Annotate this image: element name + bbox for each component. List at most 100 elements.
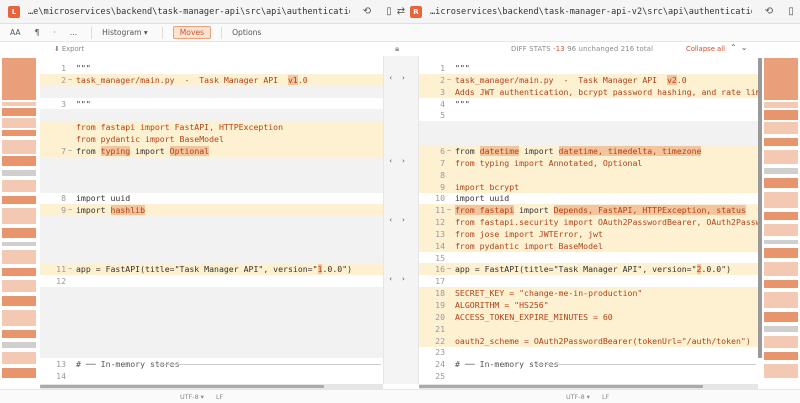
right-file-path[interactable]: …icroservices\backend\task-manager-api-v… bbox=[430, 7, 752, 17]
right-editor[interactable]: 1 """ 2 ~ task_manager/main.py - Task Manage… bbox=[419, 56, 758, 384]
left-code-line[interactable] bbox=[40, 334, 383, 347]
left-code-line[interactable]: 2 ~ task_manager/main.py - Task Manager AP… bbox=[40, 73, 383, 86]
symbol-button[interactable]: · bbox=[53, 28, 55, 37]
right-code-line[interactable]: 12 from fastapi.security import OAuth2Pas… bbox=[419, 216, 758, 229]
merge-arrows: ‹› bbox=[384, 74, 420, 82]
export-button[interactable]: ⬇ Export bbox=[54, 45, 84, 53]
right-code-line[interactable]: 16 ~ app = FastAPI(title="Task Manager API… bbox=[419, 263, 758, 276]
right-code-line[interactable]: 9 import bcrypt bbox=[419, 180, 758, 193]
right-file-badge: R bbox=[410, 6, 422, 18]
right-code-line[interactable]: 4 """ bbox=[419, 98, 758, 110]
left-code-line[interactable] bbox=[40, 322, 383, 335]
chevron-right-icon[interactable]: › bbox=[402, 216, 415, 224]
left-code-line[interactable]: 7 ~ from typing import Optional bbox=[40, 144, 383, 157]
left-code-line[interactable] bbox=[40, 299, 383, 311]
left-code-line[interactable] bbox=[40, 227, 383, 240]
moves-toggle[interactable]: Moves bbox=[172, 26, 212, 39]
chevron-left-icon[interactable]: ‹ bbox=[389, 216, 402, 224]
right-code-line[interactable]: 21 bbox=[419, 322, 758, 335]
left-code-line[interactable]: 3 """ bbox=[40, 98, 383, 110]
right-code-line[interactable]: 20 ACCESS_TOKEN_EXPIRE_MINUTES = 60 bbox=[419, 310, 758, 323]
left-code-line[interactable]: 14 bbox=[40, 370, 383, 382]
right-code-line[interactable]: 22 oauth2_scheme = OAuth2PasswordBearer(t… bbox=[419, 334, 758, 347]
left-eol-label[interactable]: LF bbox=[216, 393, 223, 401]
left-code-line[interactable] bbox=[40, 251, 383, 264]
right-code-line[interactable]: 3 Adds JWT authentication, bcrypt passwor… bbox=[419, 85, 758, 98]
right-code-line[interactable]: 14 from pydantic import BaseModel bbox=[419, 239, 758, 252]
line-number: 19 bbox=[435, 300, 445, 310]
right-eol-label[interactable]: LF bbox=[602, 393, 609, 401]
options-button[interactable]: Options bbox=[232, 28, 261, 37]
right-code-line[interactable]: 5 bbox=[419, 109, 758, 121]
left-code-line[interactable] bbox=[40, 310, 383, 323]
left-code-line[interactable] bbox=[40, 180, 383, 193]
left-code-line[interactable] bbox=[40, 346, 383, 359]
left-code-line[interactable]: 9 ~ import hashlib bbox=[40, 204, 383, 217]
algorithm-select[interactable]: Histogram ▾ bbox=[102, 28, 148, 37]
code-text: import uuid bbox=[76, 193, 131, 204]
right-code-line[interactable]: 2 ~ task_manager/main.py - Task Manager AP… bbox=[419, 73, 758, 86]
diff-removed-count: -13 bbox=[553, 45, 565, 53]
left-code-line[interactable]: 8 import uuid bbox=[40, 192, 383, 204]
code-text: SECRET_KEY = "change-me-in-production" bbox=[455, 288, 643, 299]
left-code-line[interactable]: from fastapi import FastAPI, HTTPExcepti… bbox=[40, 121, 383, 134]
status-bar: UTF-8 ▾ LF UTF-8 ▾ LF bbox=[0, 389, 800, 403]
left-code-line[interactable] bbox=[40, 168, 383, 181]
left-minimap[interactable] bbox=[0, 56, 38, 384]
right-encoding-select[interactable]: UTF-8 ▾ bbox=[566, 393, 590, 401]
font-size-button[interactable]: AA bbox=[10, 28, 21, 37]
history-icon[interactable]: ⟲ bbox=[360, 5, 374, 19]
line-number: 24 bbox=[435, 359, 445, 370]
left-code-line[interactable] bbox=[40, 239, 383, 252]
right-code-line[interactable]: 8 bbox=[419, 168, 758, 181]
left-code-line[interactable] bbox=[40, 156, 383, 169]
document-icon[interactable]: ▯ bbox=[784, 5, 798, 19]
right-code-line[interactable]: 1 """ bbox=[419, 62, 758, 74]
collapse-all-button[interactable]: Collapse all bbox=[686, 45, 725, 53]
left-code-line[interactable] bbox=[40, 109, 383, 122]
ellipsis-button[interactable]: ... bbox=[70, 28, 77, 37]
document-icon[interactable]: ▯ bbox=[382, 5, 396, 19]
right-code-line[interactable]: 17 bbox=[419, 275, 758, 287]
whitespace-button[interactable]: ¶ bbox=[35, 28, 40, 37]
right-minimap[interactable] bbox=[762, 56, 800, 384]
vertical-scrollbar[interactable] bbox=[758, 58, 762, 358]
right-code-line[interactable]: 24 # ── In-memory stores bbox=[419, 358, 758, 370]
chevron-up-icon[interactable]: ⌃ bbox=[730, 43, 741, 52]
chevron-right-icon[interactable]: › bbox=[402, 275, 415, 283]
left-file-path[interactable]: …e\microservices\backend\task-manager-ap… bbox=[28, 7, 350, 17]
right-code-line[interactable]: 7 from typing import Annotated, Optional bbox=[419, 156, 758, 169]
left-code-line[interactable]: 11 ~ app = FastAPI(title="Task Manager API… bbox=[40, 263, 383, 276]
left-encoding-select[interactable]: UTF-8 ▾ bbox=[180, 393, 204, 401]
left-code-line[interactable]: 12 bbox=[40, 275, 383, 287]
section-divider bbox=[156, 364, 381, 366]
right-code-line[interactable]: 19 ALGORITHM = "HS256" bbox=[419, 299, 758, 311]
left-code-line[interactable]: 13 # ── In-memory stores bbox=[40, 358, 383, 370]
right-code-line[interactable]: 18 SECRET_KEY = "change-me-in-production" bbox=[419, 287, 758, 300]
right-code-line[interactable] bbox=[419, 121, 758, 134]
chevron-down-icon[interactable]: ⌄ bbox=[741, 43, 752, 52]
left-code-line[interactable] bbox=[40, 287, 383, 300]
left-editor[interactable]: 1 """ 2 ~ task_manager/main.py - Task Manage… bbox=[40, 56, 383, 384]
code-text: """ bbox=[76, 98, 91, 109]
right-code-line[interactable]: 11 ~ from fastapi import Depends, FastAPI,… bbox=[419, 204, 758, 217]
left-code-line[interactable] bbox=[40, 216, 383, 229]
lock-icon[interactable]: 🔒︎ bbox=[395, 44, 399, 54]
chevron-left-icon[interactable]: ‹ bbox=[389, 157, 402, 165]
chevron-left-icon[interactable]: ‹ bbox=[389, 74, 402, 82]
chevron-right-icon[interactable]: › bbox=[402, 74, 415, 82]
right-code-line[interactable]: 6 ~ from datetime import datetime, timedel… bbox=[419, 144, 758, 157]
line-number: 16 bbox=[435, 264, 445, 275]
chevron-right-icon[interactable]: › bbox=[402, 157, 415, 165]
right-code-line[interactable]: 10 import uuid bbox=[419, 192, 758, 204]
left-code-line[interactable]: from pydantic import BaseModel bbox=[40, 133, 383, 146]
left-code-line[interactable]: 1 """ bbox=[40, 62, 383, 74]
left-code-line[interactable] bbox=[40, 85, 383, 98]
chevron-left-icon[interactable]: ‹ bbox=[389, 275, 402, 283]
history-icon[interactable]: ⟲ bbox=[762, 5, 776, 19]
right-code-line[interactable]: 23 bbox=[419, 346, 758, 358]
right-code-line[interactable]: 13 from jose import JWTError, jwt bbox=[419, 227, 758, 240]
right-code-line[interactable]: 15 bbox=[419, 252, 758, 264]
right-code-line[interactable] bbox=[419, 133, 758, 146]
right-code-line[interactable]: 25 bbox=[419, 370, 758, 382]
